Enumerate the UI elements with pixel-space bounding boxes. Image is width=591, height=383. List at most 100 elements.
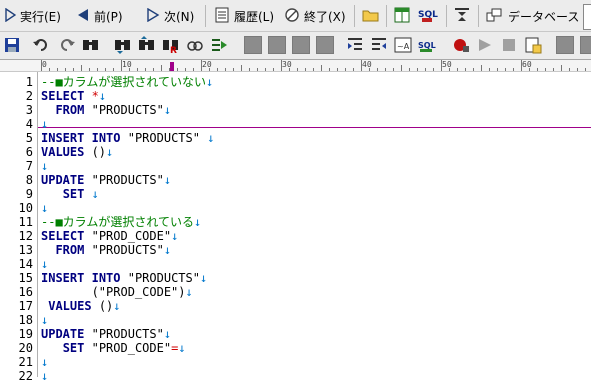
code-line[interactable]: ↓ (41, 313, 48, 327)
database-button[interactable]: データベース (486, 4, 579, 28)
ruler-label: 0 (42, 60, 47, 69)
ruler-tick (241, 65, 242, 71)
line-number: 11 (18, 215, 33, 229)
code-line[interactable]: SELECT *↓ (41, 89, 106, 103)
sql-format-icon[interactable]: SQL (418, 36, 436, 54)
table-button[interactable] (394, 4, 416, 28)
code-line[interactable]: FROM "PRODUCTS"↓ (41, 243, 171, 257)
find-prev-icon[interactable] (138, 36, 156, 54)
stop-macro-icon[interactable] (500, 36, 518, 54)
code-line[interactable]: --■カラムが選択されていない↓ (41, 75, 213, 89)
code-line[interactable]: SELECT "PROD_CODE"↓ (41, 229, 178, 243)
ruler-tick (473, 68, 474, 71)
extra-icon[interactable] (556, 36, 574, 54)
ruler-tick (201, 60, 202, 71)
main-toolbar: 実行(E) 前(P) 次(N) 履歴(L) 終了(X) SQL データベース (0, 0, 591, 32)
prev-button[interactable]: 前(P) (76, 4, 123, 28)
line-number: 19 (18, 327, 33, 341)
line-number: 12 (18, 229, 33, 243)
ruler-tick (129, 68, 130, 71)
ruler-tick (321, 65, 322, 71)
code-line[interactable]: UPDATE "PRODUCTS"↓ (41, 327, 171, 341)
ruler-tick (65, 68, 66, 71)
ruler-tick (105, 68, 106, 71)
code-line[interactable]: SET "PROD_CODE"=↓ (41, 341, 186, 355)
replace-icon[interactable]: R (162, 36, 180, 54)
ruler-tick (545, 68, 546, 71)
ruler-tick (465, 68, 466, 71)
code-line[interactable]: UPDATE "PRODUCTS"↓ (41, 173, 171, 187)
sql-button[interactable]: SQL (418, 4, 442, 28)
ruler-tick (57, 68, 58, 71)
find-next-icon[interactable] (114, 36, 132, 54)
code-line[interactable]: VALUES ()↓ (41, 145, 113, 159)
undo-icon[interactable] (32, 36, 50, 54)
code-line[interactable]: ↓ (41, 201, 48, 215)
code-line[interactable]: --■カラムが選択されている↓ (41, 215, 201, 229)
record-macro-icon[interactable] (452, 36, 470, 54)
code-line[interactable]: ↓ (41, 159, 48, 173)
run-to-line-icon[interactable] (210, 36, 228, 54)
ruler-tick (513, 68, 514, 71)
history-button[interactable]: 履歴(L) (214, 4, 274, 28)
ruler-tick (505, 68, 506, 71)
ruler-tick (225, 68, 226, 71)
sql-editor[interactable]: --■カラムが選択されていない↓ SELECT *↓ FROM "PRODUCTS… (41, 72, 591, 383)
exit-button[interactable]: 終了(X) (284, 4, 346, 28)
disabled-1-icon (244, 36, 262, 54)
code-line[interactable]: ("PROD_CODE")↓ (41, 285, 193, 299)
options-icon[interactable] (524, 36, 542, 54)
column-ruler: 0 10 20 30 40 50 60 (0, 60, 591, 72)
code-line[interactable]: ↓ (41, 117, 48, 131)
ruler-tick (361, 60, 362, 71)
disabled-4-icon (316, 36, 334, 54)
indent-icon[interactable] (346, 36, 364, 54)
redo-icon[interactable] (58, 36, 76, 54)
line-number: 9 (25, 187, 33, 201)
play-macro-icon[interactable] (476, 36, 494, 54)
format-icon[interactable]: ~A (394, 36, 412, 54)
disabled-3-icon (292, 36, 310, 54)
database-combo[interactable] (583, 4, 591, 30)
line-number: 8 (25, 173, 33, 187)
ruler-tick (393, 68, 394, 71)
line-number: 1 (25, 75, 33, 89)
ruler-tick (369, 68, 370, 71)
ruler-cursor-marker (170, 62, 174, 71)
next-button[interactable]: 次(N) (146, 4, 194, 28)
code-line[interactable]: ↓ (41, 355, 48, 369)
collapse-button[interactable] (454, 4, 474, 28)
line-number: 10 (18, 201, 33, 215)
ruler-label: 20 (202, 60, 212, 69)
exit-icon (284, 7, 300, 26)
find-icon[interactable] (82, 36, 100, 54)
code-line[interactable]: INSERT INTO "PRODUCTS"↓ (41, 271, 207, 285)
bookmark-icon[interactable] (186, 36, 204, 54)
code-line[interactable]: FROM "PRODUCTS"↓ (41, 103, 171, 117)
code-line[interactable]: ↓ (41, 369, 48, 383)
ruler-tick (481, 65, 482, 71)
ruler-tick (297, 68, 298, 71)
code-line[interactable]: ↓ (41, 257, 48, 271)
code-line[interactable]: SET ↓ (41, 187, 99, 201)
ruler-label: 10 (122, 60, 132, 69)
ruler-tick (553, 68, 554, 71)
save-icon[interactable] (3, 36, 21, 54)
outdent-icon[interactable] (370, 36, 388, 54)
ruler-tick (489, 68, 490, 71)
folder-icon (362, 7, 380, 26)
ruler-tick (281, 60, 282, 71)
open-folder-button[interactable] (362, 4, 384, 28)
ruler-tick (49, 68, 50, 71)
code-line[interactable]: INSERT INTO "PRODUCTS" ↓ (41, 131, 214, 145)
line-number: 22 (18, 369, 33, 383)
run-button[interactable]: 実行(E) (4, 4, 61, 28)
ruler-tick (209, 68, 210, 71)
line-number: 17 (18, 299, 33, 313)
ruler-tick (305, 68, 306, 71)
ruler-tick (81, 65, 82, 71)
ruler-label: 60 (522, 60, 532, 69)
code-line[interactable]: VALUES ()↓ (41, 299, 120, 313)
ruler-tick (217, 68, 218, 71)
extra-2-icon[interactable] (580, 36, 591, 54)
